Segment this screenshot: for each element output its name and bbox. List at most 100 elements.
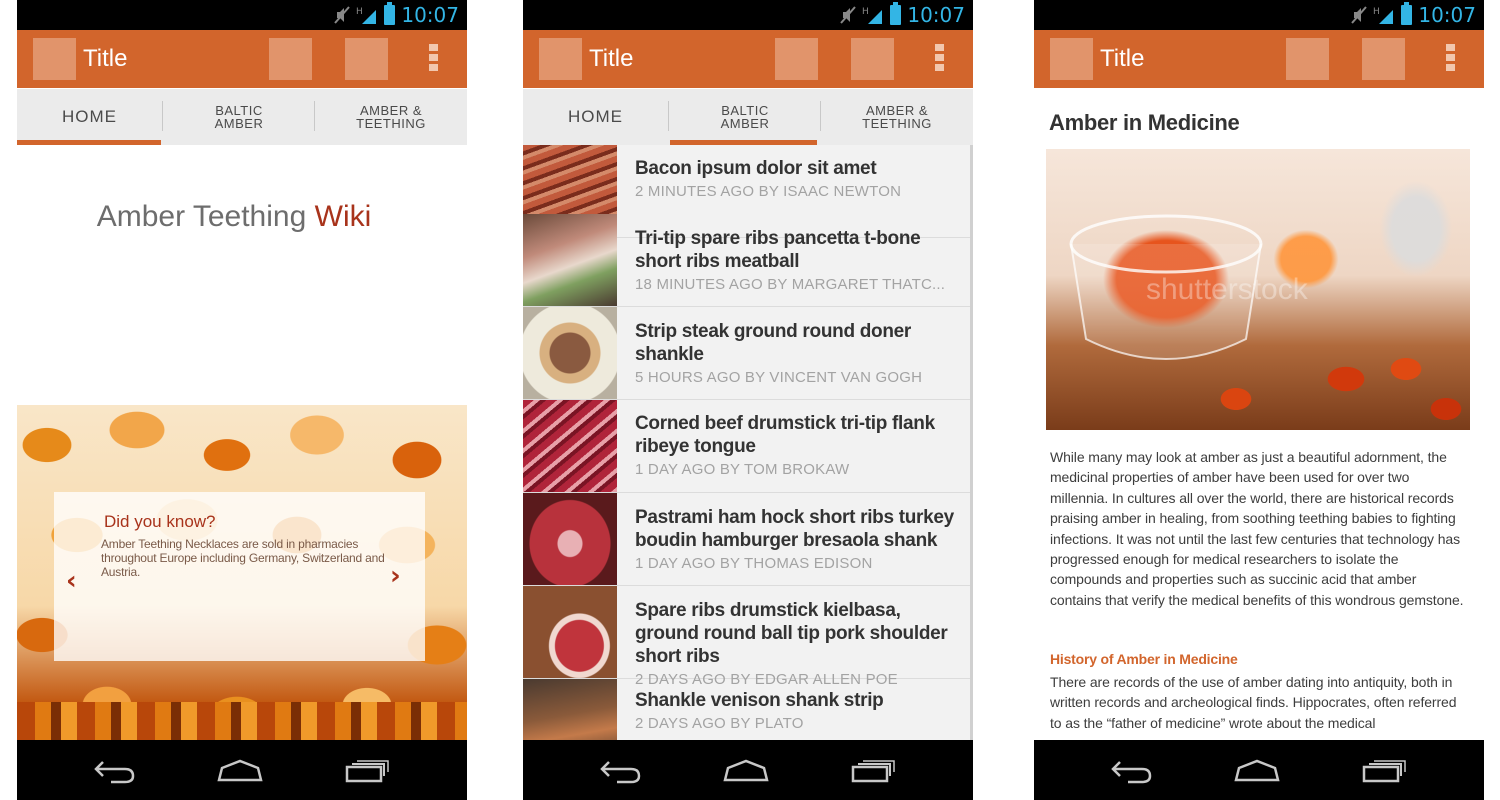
action-button-1[interactable] — [775, 38, 818, 80]
battery-icon — [1401, 2, 1413, 25]
item-thumbnail — [523, 493, 617, 585]
mute-icon — [334, 6, 351, 24]
recent-apps-icon[interactable] — [344, 758, 390, 784]
action-bar: Title — [17, 30, 467, 88]
phone-home-screen: H 10:07 Title HOME BALTIC AMBER AMBER & TE… — [17, 0, 467, 800]
list-item[interactable]: Strip steak ground round doner shankle 5… — [523, 307, 973, 400]
tab-label-line2: AMBER — [720, 116, 770, 131]
battery-icon — [890, 2, 902, 25]
action-button-1[interactable] — [1286, 38, 1329, 80]
did-you-know-text: Amber Teething Necklaces are sold in pha… — [101, 537, 385, 579]
item-meta: 18 MINUTES AGO BY MARGARET THATC... — [635, 276, 946, 293]
item-meta: 1 DAY AGO BY THOMAS EDISON — [635, 555, 873, 572]
recent-apps-icon[interactable] — [850, 758, 896, 784]
home-icon[interactable] — [1233, 758, 1281, 784]
item-title: Bacon ipsum dolor sit amet — [635, 158, 877, 179]
action-button-2[interactable] — [851, 38, 894, 80]
image-watermark: shutterstock — [1146, 273, 1309, 306]
tab-baltic-amber[interactable]: BALTIC AMBER — [163, 89, 315, 145]
item-meta: 2 MINUTES AGO BY ISAAC NEWTON — [635, 183, 902, 200]
item-meta: 2 DAYS AGO BY PLATO — [635, 715, 804, 732]
chevron-left-icon[interactable]: ‹ — [66, 566, 77, 596]
did-you-know-heading: Did you know? — [104, 512, 216, 531]
overflow-menu-icon[interactable] — [1444, 44, 1456, 74]
battery-icon — [384, 2, 396, 25]
status-bar: H 10:07 — [17, 0, 467, 30]
tab-bar: HOME BALTIC AMBER AMBER & TEETHING — [17, 89, 467, 145]
tab-home[interactable]: HOME — [523, 89, 668, 145]
tab-home-label: HOME — [568, 107, 623, 126]
amber-hero-image: Did you know? Amber Teething Necklaces a… — [17, 405, 467, 740]
overflow-menu-icon[interactable] — [933, 44, 945, 74]
did-you-know-card: Did you know? Amber Teething Necklaces a… — [54, 492, 425, 661]
tab-amber-teething[interactable]: AMBER & TEETHING — [315, 89, 467, 145]
tab-baltic-amber[interactable]: BALTIC AMBER — [669, 89, 821, 145]
action-bar: Title — [523, 30, 973, 88]
tab-label-line2: AMBER — [214, 116, 264, 131]
svg-text:H: H — [1373, 7, 1380, 17]
item-meta: 1 DAY AGO BY TOM BROKAW — [635, 461, 850, 478]
item-thumbnail — [523, 679, 617, 740]
tab-amber-teething[interactable]: AMBER & TEETHING — [821, 89, 973, 145]
status-time: 10:07 — [401, 3, 459, 27]
back-icon[interactable] — [93, 758, 137, 784]
title-accent: Wiki — [314, 200, 372, 233]
home-icon[interactable] — [216, 758, 264, 784]
signal-icon: H — [356, 7, 377, 24]
list-item[interactable]: Corned beef drumstick tri-tip flank ribe… — [523, 400, 973, 493]
title-main: Amber Teething — [96, 200, 307, 233]
status-bar: H 10:07 — [523, 0, 973, 30]
tab-indicator — [17, 140, 161, 145]
nav-bar — [17, 740, 467, 800]
status-time: 10:07 — [907, 3, 965, 27]
list-item[interactable]: Tri-tip spare ribs pancetta t-bone short… — [523, 214, 973, 307]
back-icon[interactable] — [599, 758, 643, 784]
list-item[interactable]: Shankle venison shank strip 2 DAYS AGO B… — [523, 679, 973, 740]
list-item[interactable]: Pastrami ham hock short ribs turkey boud… — [523, 493, 973, 586]
item-title: Strip steak ground round doner shankle — [635, 321, 912, 365]
tab-bar: HOME BALTIC AMBER AMBER & TEETHING — [523, 89, 973, 145]
svg-text:H: H — [862, 7, 869, 17]
item-title: Pastrami ham hock short ribs turkey boud… — [635, 507, 954, 551]
article-body-2: There are records of the use of amber da… — [1050, 674, 1457, 731]
article-title: Amber in Medicine — [1049, 110, 1240, 135]
amber-medicine-photo: shutterstock — [1046, 149, 1470, 430]
article-body: While many may look at amber as just a b… — [1050, 449, 1464, 608]
tab-home[interactable]: HOME — [17, 89, 162, 145]
app-logo-placeholder[interactable] — [539, 38, 582, 80]
action-button-2[interactable] — [1362, 38, 1405, 80]
action-button-1[interactable] — [269, 38, 312, 80]
amber-strip-image — [17, 702, 467, 740]
chevron-right-icon[interactable]: › — [390, 561, 401, 591]
signal-icon: H — [862, 7, 883, 24]
app-logo-placeholder[interactable] — [33, 38, 76, 80]
action-bar-title: Title — [83, 45, 128, 72]
list-item[interactable]: Spare ribs drumstick kielbasa, ground ro… — [523, 586, 973, 688]
phone-article-screen: H 10:07 Title Amber in Medicine shutters… — [1034, 0, 1484, 800]
app-logo-placeholder[interactable] — [1050, 38, 1093, 80]
tab-home-label: HOME — [62, 107, 117, 126]
tab-label-line2: TEETHING — [862, 116, 932, 131]
tab-label-line2: TEETHING — [356, 116, 426, 131]
action-button-2[interactable] — [345, 38, 388, 80]
status-time: 10:07 — [1418, 3, 1476, 27]
page-title: Amber Teething Wiki — [17, 200, 451, 234]
signal-icon: H — [1373, 7, 1394, 24]
recent-apps-icon[interactable] — [1361, 758, 1407, 784]
mute-icon — [840, 6, 857, 24]
item-title: Shankle venison shank strip — [635, 690, 884, 711]
overflow-menu-icon[interactable] — [427, 44, 439, 74]
back-icon[interactable] — [1110, 758, 1154, 784]
item-thumbnail — [523, 214, 617, 306]
action-bar: Title — [1034, 30, 1484, 88]
article-list: Bacon ipsum dolor sit amet 2 MINUTES AGO… — [523, 145, 973, 740]
article-subheading: History of Amber in Medicine — [1050, 651, 1238, 667]
item-meta: 5 HOURS AGO BY VINCENT VAN GOGH — [635, 369, 923, 386]
nav-bar — [523, 740, 973, 800]
item-thumbnail — [523, 400, 617, 492]
item-thumbnail — [523, 586, 617, 678]
home-icon[interactable] — [722, 758, 770, 784]
nav-bar — [1034, 740, 1484, 800]
amber-bowl-illustration: shutterstock — [1069, 214, 1309, 360]
item-title: Corned beef drumstick tri-tip flank ribe… — [635, 413, 935, 457]
